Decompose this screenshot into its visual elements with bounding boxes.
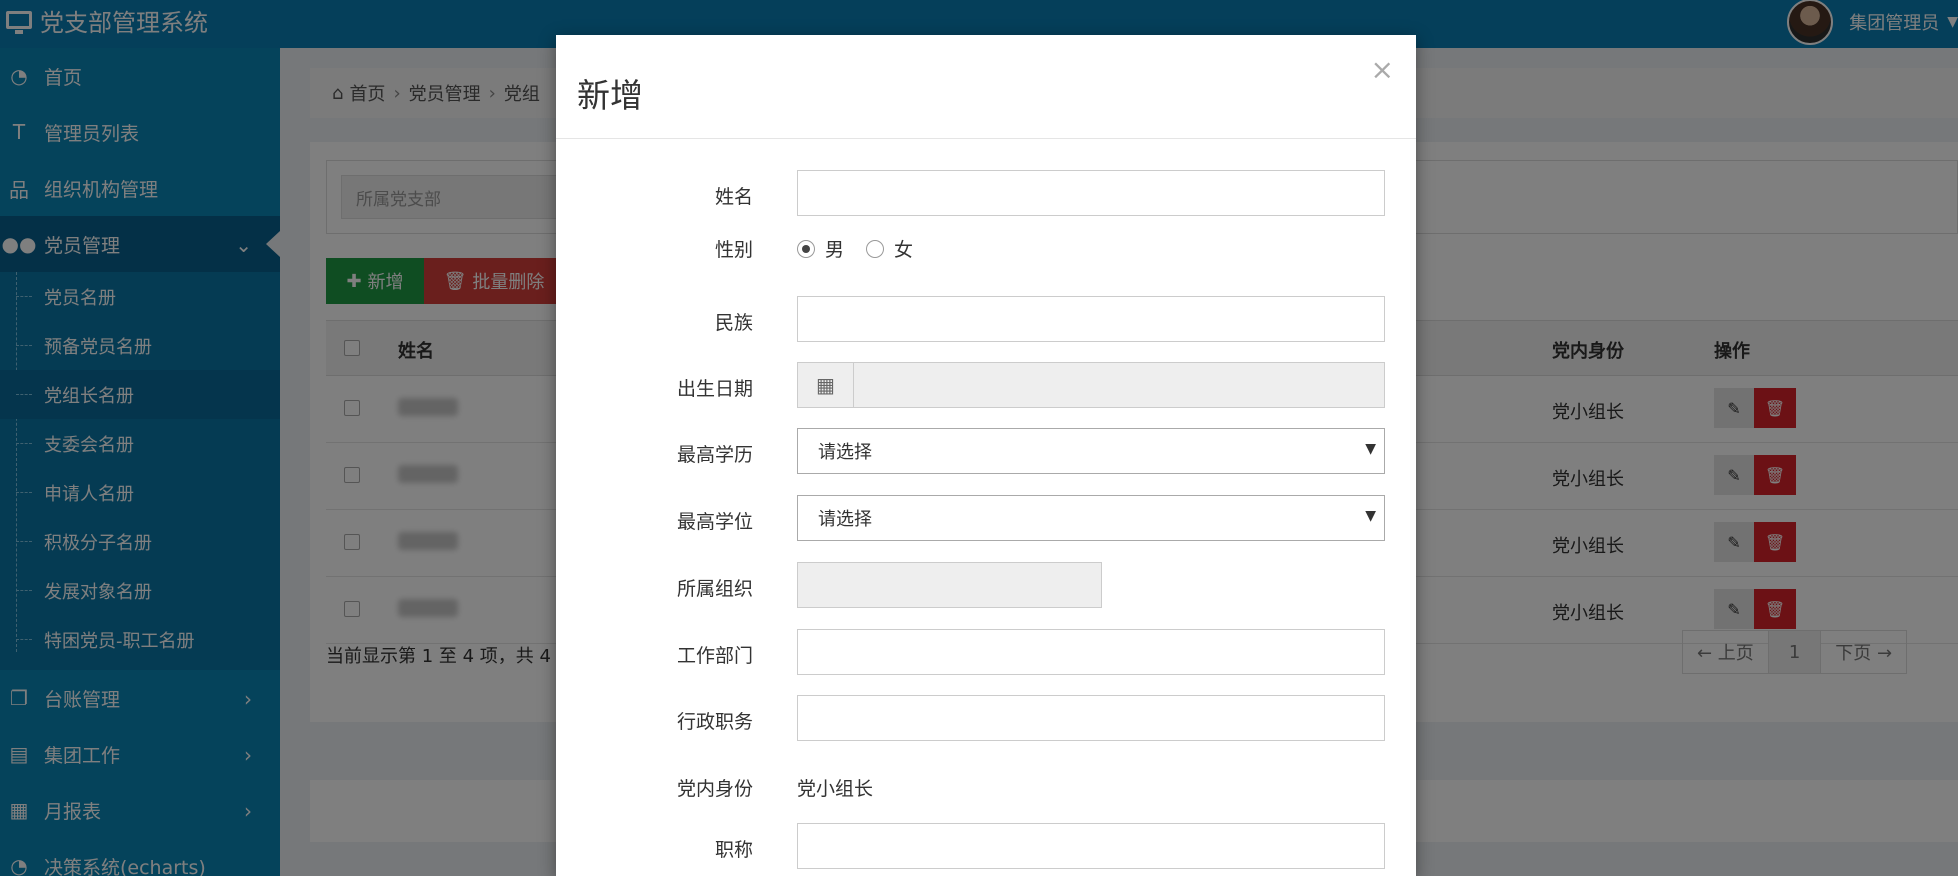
form-row-position: 行政职务	[556, 695, 1416, 741]
gender-female-radio[interactable]	[866, 239, 885, 258]
form-row-degree: 最高学位 请选择 ▼	[556, 495, 1416, 541]
ethnicity-input[interactable]	[797, 296, 1385, 342]
department-label: 工作部门	[676, 645, 753, 667]
form-row-name: 姓名	[556, 170, 1416, 216]
form-row-party-role: 党内身份 党小组长	[556, 762, 1416, 808]
degree-select-value: 请选择	[818, 509, 872, 530]
position-label: 行政职务	[676, 711, 753, 733]
gender-male-label[interactable]: 男	[825, 235, 844, 262]
name-input[interactable]	[797, 170, 1385, 216]
birthdate-input[interactable]	[854, 362, 1385, 408]
close-icon[interactable]: ×	[1371, 53, 1394, 86]
department-input[interactable]	[797, 629, 1385, 675]
education-select-value: 请选择	[818, 442, 872, 463]
org-input[interactable]	[797, 562, 1102, 608]
modal-title: 新增	[577, 76, 643, 115]
form-row-gender: 性别 男 女	[556, 223, 1416, 269]
party-role-label: 党内身份	[676, 778, 753, 800]
party-role-value: 党小组长	[797, 778, 874, 800]
caret-down-icon: ▼	[1365, 508, 1376, 524]
gender-label: 性别	[714, 239, 753, 261]
form-row-department: 工作部门	[556, 629, 1416, 675]
education-label: 最高学历	[676, 444, 753, 466]
ethnicity-label: 民族	[714, 312, 753, 334]
add-member-modal: 新增 × 姓名 性别 男 女 民族 出生日期 ▦ 最高学历 请选择 ▼ 最高学位…	[556, 35, 1416, 876]
degree-label: 最高学位	[676, 511, 753, 533]
position-input[interactable]	[797, 695, 1385, 741]
form-row-education: 最高学历 请选择 ▼	[556, 428, 1416, 474]
title-input[interactable]	[797, 823, 1385, 869]
form-row-ethnicity: 民族	[556, 296, 1416, 342]
gender-female-label[interactable]: 女	[894, 235, 913, 262]
gender-radio-group: 男 女	[797, 235, 935, 262]
gender-male-radio[interactable]	[797, 239, 815, 258]
education-select[interactable]: 请选择 ▼	[797, 428, 1385, 474]
form-row-birthdate: 出生日期 ▦	[556, 362, 1416, 408]
caret-down-icon: ▼	[1365, 441, 1376, 457]
modal-header: 新增 ×	[556, 35, 1416, 139]
name-label: 姓名	[714, 186, 753, 208]
degree-select[interactable]: 请选择 ▼	[797, 495, 1385, 541]
form-row-title: 职称	[556, 823, 1416, 869]
calendar-icon[interactable]: ▦	[797, 362, 854, 408]
form-row-org: 所属组织	[556, 562, 1416, 608]
birthdate-label: 出生日期	[676, 378, 753, 400]
org-label: 所属组织	[676, 578, 753, 600]
title-label: 职称	[714, 839, 753, 861]
